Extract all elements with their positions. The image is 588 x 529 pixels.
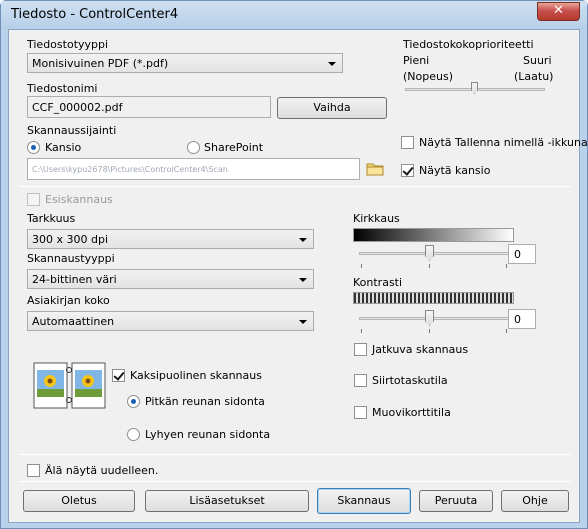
document-size-select[interactable]: Automaattinen <box>27 311 314 331</box>
short-edge-label[interactable]: Lyhyen reunan sidonta <box>145 428 270 441</box>
duplex-label[interactable]: Kaksipuolinen skannaus <box>130 369 262 382</box>
resolution-label: Tarkkuus <box>27 212 76 225</box>
dont-show-again-checkbox[interactable] <box>27 464 40 477</box>
duplex-checkbox[interactable] <box>112 369 125 382</box>
show-save-as-label[interactable]: Näytä Tallenna nimellä -ikkuna <box>419 136 588 149</box>
contrast-label: Kontrasti <box>353 276 403 289</box>
brightness-value: 0 <box>514 248 521 261</box>
file-size-small-label: Pieni <box>403 54 430 67</box>
default-button[interactable]: Oletus <box>23 490 135 512</box>
document-size-value: Automaattinen <box>32 315 115 328</box>
show-save-as-checkbox[interactable] <box>401 136 414 149</box>
scan-path-value: C:\Users\kypu2678\Pictures\ControlCenter… <box>32 165 228 174</box>
file-name-label: Tiedostonimi <box>27 82 98 95</box>
prescan-label: Esiskannaus <box>45 193 113 206</box>
scan-location-label: Skannaussijainti <box>27 124 117 137</box>
contrast-pattern <box>353 292 514 304</box>
sharepoint-radio-label[interactable]: SharePoint <box>204 141 263 154</box>
tick <box>429 329 430 333</box>
contrast-slider-thumb[interactable] <box>425 310 434 326</box>
cancel-button[interactable]: Peruuta <box>419 490 493 512</box>
show-folder-checkbox[interactable] <box>401 164 414 177</box>
scan-type-value: 24-bittinen väri <box>32 273 117 286</box>
brightness-gradient <box>353 228 514 242</box>
file-size-large-label: Suuri <box>523 54 552 67</box>
advanced-settings-button[interactable]: Lisäasetukset <box>145 490 309 512</box>
dialog-client: Tiedostotyyppi Monisivuinen PDF (*.pdf) … <box>8 29 588 523</box>
file-size-priority-label: Tiedostokokoprioriteetti <box>403 38 534 51</box>
tick <box>506 264 507 268</box>
prescan-checkbox[interactable] <box>27 193 40 206</box>
file-size-quality-label: (Laatu) <box>514 70 554 83</box>
plastic-card-label[interactable]: Muovikorttitila <box>372 406 451 419</box>
separator <box>19 454 571 455</box>
chevron-down-icon <box>328 62 336 66</box>
duplex-page-icon <box>33 362 106 409</box>
document-size-label: Asiakirjan koko <box>27 294 110 307</box>
continuous-scan-label[interactable]: Jatkuva skannaus <box>372 343 468 356</box>
folder-radio[interactable] <box>27 141 40 154</box>
contrast-value-field[interactable]: 0 <box>508 309 536 329</box>
scan-button[interactable]: Skannaus <box>317 488 411 514</box>
brightness-slider-track[interactable] <box>359 252 509 255</box>
chevron-down-icon <box>299 238 307 242</box>
sharepoint-radio[interactable] <box>187 141 200 154</box>
tick <box>361 264 362 268</box>
folder-radio-label[interactable]: Kansio <box>45 141 81 154</box>
brightness-label: Kirkkaus <box>353 212 400 225</box>
plastic-card-checkbox[interactable] <box>354 406 367 419</box>
dialog-window: Tiedosto - ControlCenter4 ✕ Tiedostotyyp… <box>0 0 588 529</box>
contrast-slider-track[interactable] <box>359 317 509 320</box>
long-edge-radio[interactable] <box>127 395 140 408</box>
separator <box>19 186 571 187</box>
tick <box>361 329 362 333</box>
scan-path-field[interactable]: C:\Users\kypu2678\Pictures\ControlCenter… <box>27 158 360 180</box>
help-button[interactable]: Ohje <box>501 490 569 512</box>
chevron-down-icon <box>299 320 307 324</box>
file-type-select[interactable]: Monisivuinen PDF (*.pdf) <box>27 53 343 73</box>
file-type-label: Tiedostotyyppi <box>27 38 109 51</box>
file-name-value: CCF_000002.pdf <box>32 101 123 114</box>
long-edge-label[interactable]: Pitkän reunan sidonta <box>145 395 265 408</box>
carrier-sheet-label[interactable]: Siirtotaskutila <box>372 374 448 387</box>
contrast-value: 0 <box>514 313 521 326</box>
scan-type-select[interactable]: 24-bittinen väri <box>27 269 314 289</box>
file-size-slider-thumb[interactable] <box>471 82 478 94</box>
window-title: Tiedosto - ControlCenter4 <box>11 7 179 22</box>
resolution-select[interactable]: 300 x 300 dpi <box>27 229 314 249</box>
tick <box>429 264 430 268</box>
short-edge-radio[interactable] <box>127 428 140 441</box>
change-file-name-button[interactable]: Vaihda <box>277 97 387 119</box>
resolution-value: 300 x 300 dpi <box>32 233 109 246</box>
file-size-fast-label: (Nopeus) <box>403 70 453 83</box>
scan-type-label: Skannaustyyppi <box>27 252 115 265</box>
carrier-sheet-checkbox[interactable] <box>354 374 367 387</box>
chevron-down-icon <box>299 278 307 282</box>
file-type-value: Monisivuinen PDF (*.pdf) <box>32 57 169 70</box>
title-bar[interactable]: Tiedosto - ControlCenter4 ✕ <box>1 1 587 29</box>
folder-icon[interactable] <box>366 161 384 176</box>
continuous-scan-checkbox[interactable] <box>354 343 367 356</box>
tick <box>506 329 507 333</box>
close-button[interactable]: ✕ <box>537 2 580 21</box>
separator <box>19 481 571 482</box>
dont-show-again-label[interactable]: Älä näytä uudelleen. <box>45 464 158 477</box>
brightness-value-field[interactable]: 0 <box>508 244 536 264</box>
brightness-slider-thumb[interactable] <box>425 245 434 261</box>
show-folder-label[interactable]: Näytä kansio <box>419 164 490 177</box>
file-name-field[interactable]: CCF_000002.pdf <box>27 96 271 118</box>
